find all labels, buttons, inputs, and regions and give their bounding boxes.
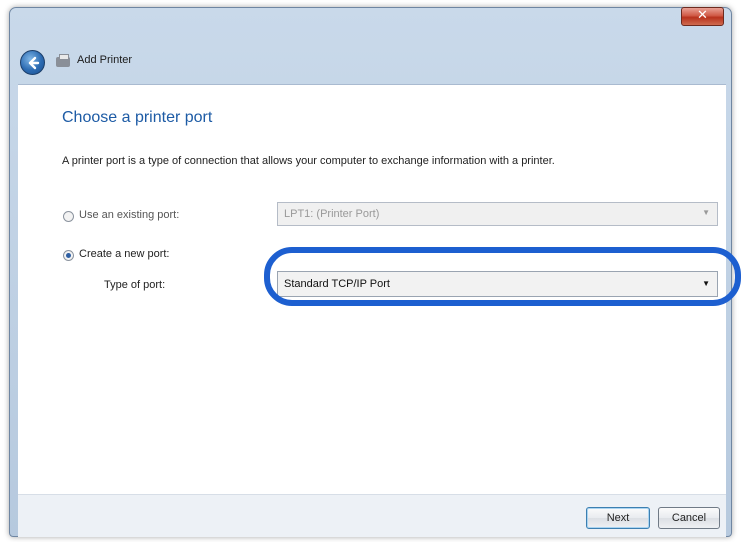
existing-port-value: LPT1: (Printer Port) <box>284 208 380 220</box>
highlight-ring <box>264 247 741 306</box>
next-button[interactable]: Next <box>586 507 650 529</box>
page-heading: Choose a printer port <box>62 109 213 126</box>
use-existing-port-label: Use an existing port: <box>79 209 180 221</box>
wizard-content: Choose a printer port A printer port is … <box>18 84 741 495</box>
close-icon: ✕ <box>697 8 708 23</box>
create-new-port-radio[interactable] <box>63 250 74 261</box>
back-arrow-icon <box>28 56 40 70</box>
type-of-port-label: Type of port: <box>104 279 166 291</box>
create-new-port-label: Create a new port: <box>79 248 170 260</box>
page-description: A printer port is a type of connection t… <box>62 155 555 167</box>
window-title: Add Printer <box>77 54 133 66</box>
chevron-down-icon: ▼ <box>702 208 710 217</box>
wizard-footer: Next Cancel <box>18 494 726 537</box>
close-button[interactable]: ✕ <box>681 7 724 26</box>
existing-port-dropdown[interactable]: LPT1: (Printer Port) ▼ <box>277 202 718 226</box>
use-existing-port-radio[interactable] <box>63 211 74 222</box>
cancel-button[interactable]: Cancel <box>658 507 720 529</box>
back-button[interactable] <box>20 50 45 75</box>
printer-icon <box>56 54 70 67</box>
